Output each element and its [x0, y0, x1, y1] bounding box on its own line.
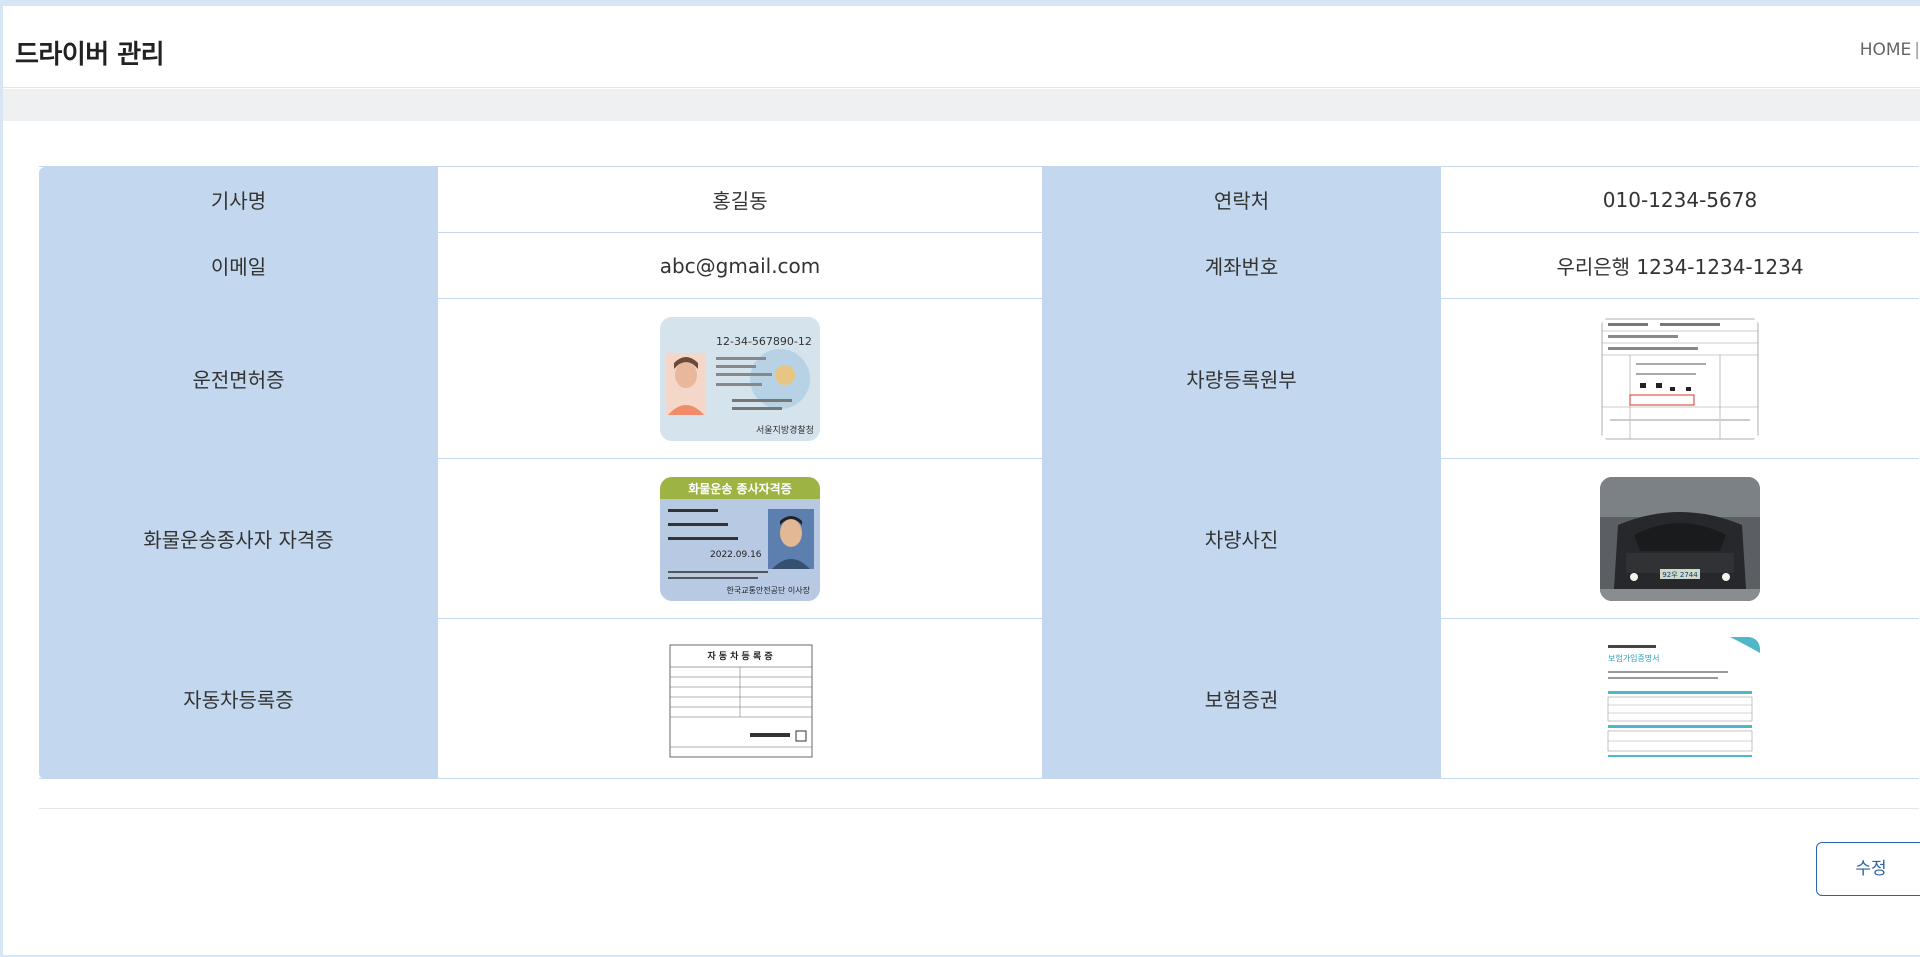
breadcrumb-home-link[interactable]: HOME: [1860, 40, 1912, 60]
breadcrumb-separator: |: [1914, 40, 1920, 60]
content-divider: [39, 808, 1919, 809]
car-reg-cert-cell: 자 동 차 등 록 증: [438, 618, 1042, 779]
license-issuer: 서울지방경찰청: [756, 424, 814, 436]
cargo-cert-thumbnail[interactable]: 화물운송 종사자격증 2022.09.16 한국교통안전공단 이사장: [660, 476, 820, 601]
phone-value: 010-1234-5678: [1441, 166, 1919, 233]
vehicle-plate: 92우 2744: [1662, 571, 1698, 579]
insurance-thumbnail[interactable]: 보험가입증명서: [1600, 636, 1760, 761]
license-label: 운전면허증: [39, 298, 438, 459]
email-value: abc@gmail.com: [438, 232, 1042, 299]
vehicle-reg-doc-image: [1600, 316, 1760, 441]
insurance-cell: 보험가입증명서: [1441, 618, 1919, 779]
table-row: 화물운송종사자 자격증 화물운송 종사자격증 2022.09.16 한국교통안전…: [39, 458, 1919, 619]
vehicle-reg-doc-label: 차량등록원부: [1042, 298, 1441, 459]
license-image: 12-34-567890-12 서울지방경찰청: [660, 316, 820, 441]
vehicle-photo-image: 92우 2744: [1600, 476, 1760, 601]
vehicle-photo-cell: 92우 2744: [1441, 458, 1919, 619]
breadcrumb: HOME |: [1860, 40, 1920, 60]
car-reg-cert-title: 자 동 차 등 록 증: [707, 650, 772, 662]
driver-info-table: 기사명 홍길동 연락처 010-1234-5678 이메일 abc@gmail.…: [39, 166, 1919, 779]
license-number: 12-34-567890-12: [716, 335, 812, 348]
insurance-label: 보험증권: [1042, 618, 1441, 779]
phone-label: 연락처: [1042, 166, 1441, 233]
table-row: 운전면허증 12-34-567890-12 서울지방경찰청 차량등록원부: [39, 298, 1919, 459]
vehicle-photo-thumbnail[interactable]: 92우 2744: [1600, 476, 1760, 601]
vehicle-photo-label: 차량사진: [1042, 458, 1441, 619]
vehicle-reg-doc-cell: [1441, 298, 1919, 459]
car-reg-cert-thumbnail[interactable]: 자 동 차 등 록 증: [660, 636, 820, 761]
car-reg-cert-label: 자동차등록증: [39, 618, 438, 779]
cargo-cert-title: 화물운송 종사자격증: [688, 481, 792, 496]
page-title: 드라이버 관리: [15, 40, 165, 70]
license-cell: 12-34-567890-12 서울지방경찰청: [438, 298, 1042, 459]
cargo-cert-label: 화물운송종사자 자격증: [39, 458, 438, 619]
license-thumbnail[interactable]: 12-34-567890-12 서울지방경찰청: [660, 316, 820, 441]
vehicle-reg-doc-thumbnail[interactable]: [1600, 316, 1760, 441]
cargo-cert-cell: 화물운송 종사자격증 2022.09.16 한국교통안전공단 이사장: [438, 458, 1042, 619]
table-row: 이메일 abc@gmail.com 계좌번호 우리은행 1234-1234-12…: [39, 232, 1919, 299]
name-label: 기사명: [39, 166, 438, 233]
account-label: 계좌번호: [1042, 232, 1441, 299]
cargo-cert-issuer: 한국교통안전공단 이사장: [726, 585, 810, 595]
cargo-cert-date: 2022.09.16: [710, 550, 762, 560]
sub-header-bar: [3, 89, 1920, 121]
cargo-cert-image: 화물운송 종사자격증 2022.09.16 한국교통안전공단 이사장: [660, 476, 820, 601]
email-label: 이메일: [39, 232, 438, 299]
table-row: 기사명 홍길동 연락처 010-1234-5678: [39, 166, 1919, 233]
account-value: 우리은행 1234-1234-1234: [1441, 232, 1919, 299]
insurance-image: 보험가입증명서: [1600, 636, 1760, 761]
table-row: 자동차등록증 자 동 차 등 록 증 보험증권 보험가입증명서: [39, 618, 1919, 779]
name-value: 홍길동: [438, 166, 1042, 233]
edit-button[interactable]: 수정: [1816, 842, 1920, 896]
car-reg-cert-image: 자 동 차 등 록 증: [660, 636, 820, 761]
page-header: 드라이버 관리 HOME |: [3, 6, 1920, 88]
insurance-title: 보험가입증명서: [1608, 653, 1660, 663]
